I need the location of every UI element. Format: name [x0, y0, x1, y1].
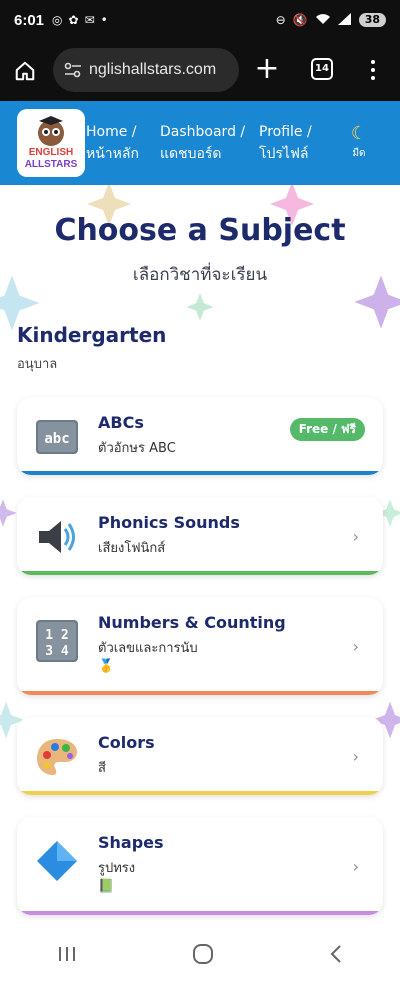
star-decoration-icon	[186, 293, 214, 321]
card-accent-bar	[17, 571, 383, 575]
flower-icon: ✿	[68, 13, 79, 27]
new-tab-button[interactable]: +	[252, 54, 282, 86]
svg-text:abc: abc	[44, 431, 69, 447]
browser-home-button[interactable]	[0, 40, 50, 101]
battery-icon: 38	[358, 13, 386, 27]
star-decoration-icon	[0, 499, 17, 527]
browser-menu-button[interactable]	[362, 54, 384, 86]
chevron-right-icon: ›	[352, 527, 359, 546]
subject-name: Shapes	[98, 833, 164, 852]
subject-card-numbers[interactable]: 1 2 3 4 Numbers & Counting ตัวเลขและการน…	[17, 597, 383, 695]
page-title: Choose a Subject	[54, 213, 346, 248]
subject-thai-name: ตัวอักษร ABC	[98, 441, 176, 456]
back-button[interactable]	[329, 944, 343, 968]
subject-thai-name: เสียงโฟนิกส์	[98, 541, 166, 556]
page-subtitle: เลือกวิชาที่จะเรียน	[132, 265, 268, 285]
speaker-icon	[39, 521, 75, 553]
card-accent-bar	[17, 791, 383, 795]
dark-mode-label: มืด	[352, 148, 366, 159]
subject-name: Numbers & Counting	[98, 613, 286, 632]
nav-link-home[interactable]: Home / หน้าหลัก	[86, 121, 139, 165]
free-badge: Free / ฟรี	[289, 418, 365, 441]
wifi-icon	[315, 13, 331, 28]
nav-link-profile[interactable]: Profile / โปรไฟล์	[259, 121, 312, 165]
recents-icon	[59, 947, 76, 961]
home-icon	[15, 61, 35, 80]
site-logo[interactable]: ENGLISH ALLSTARS	[17, 109, 85, 177]
home-circle-icon	[192, 944, 213, 964]
subject-card-colors[interactable]: Colors สี ›	[17, 717, 383, 795]
main-content: Choose a Subject เลือกวิชาที่จะเรียน Kin…	[0, 185, 400, 930]
moon-icon: ☾	[350, 123, 368, 144]
svg-text:1 2: 1 2	[45, 628, 68, 643]
signal-icon	[337, 12, 352, 28]
android-nav-bar	[0, 930, 400, 982]
site-nav: ENGLISH ALLSTARS Home / หน้าหลัก Dashboa…	[0, 101, 400, 185]
mute-icon: 🔇	[292, 13, 308, 27]
site-settings-icon[interactable]	[63, 62, 83, 78]
status-bar: 6:01 ◎ ✿ ✉ • ⊖ 🔇 38	[0, 0, 400, 40]
dot-icon: •	[100, 13, 108, 27]
subject-name: ABCs	[98, 413, 144, 432]
palette-icon	[37, 739, 77, 775]
subject-name: Colors	[98, 733, 155, 752]
dnd-icon: ⊖	[275, 13, 286, 27]
tab-switcher-button[interactable]: 14	[311, 58, 333, 80]
subject-name: Phonics Sounds	[98, 513, 240, 532]
status-system-icons: ⊖ 🔇 38	[275, 12, 386, 28]
chevron-right-icon: ›	[352, 857, 359, 876]
back-chevron-icon	[330, 945, 341, 963]
svg-text:ALLSTARS: ALLSTARS	[25, 159, 78, 170]
dark-mode-toggle[interactable]: ☾ มืด	[346, 123, 372, 161]
subject-card-phonics[interactable]: Phonics Sounds เสียงโฟนิกส์ ›	[17, 497, 383, 575]
status-time: 6:01	[14, 11, 45, 29]
card-accent-bar	[17, 471, 383, 475]
url-text: nglishallstars.com	[89, 61, 217, 78]
medal-icon: 🥇	[98, 659, 115, 674]
subject-thai-name: ตัวเลขและการนับ	[98, 641, 198, 656]
instagram-icon: ◎	[52, 13, 63, 27]
chevron-right-icon: ›	[352, 747, 359, 766]
subject-thai-name: สี	[98, 761, 106, 776]
section-title: Kindergarten	[17, 323, 167, 347]
browser-toolbar: nglishallstars.com + 14	[0, 40, 400, 101]
numbers-icon: 1 2 3 4	[36, 620, 78, 662]
book-icon: 📗	[98, 879, 115, 894]
card-accent-bar	[17, 691, 383, 695]
section-subtitle: อนุบาล	[17, 357, 58, 372]
status-notification-icons: ◎ ✿ ✉ •	[52, 13, 108, 27]
recent-apps-button[interactable]	[57, 945, 77, 967]
chevron-right-icon: ›	[352, 637, 359, 656]
diamond-icon	[37, 841, 77, 881]
svg-text:3 4: 3 4	[45, 644, 69, 659]
home-nav-button[interactable]	[192, 943, 214, 969]
abc-icon: abc	[36, 420, 78, 454]
subject-thai-name: รูปทรง	[98, 861, 136, 876]
subject-card-abcs[interactable]: abc ABCs ตัวอักษร ABC Free / ฟรี	[17, 397, 383, 475]
svg-text:ENGLISH: ENGLISH	[29, 147, 73, 158]
subject-card-shapes[interactable]: Shapes รูปทรง 📗 ›	[17, 817, 383, 915]
address-bar[interactable]: nglishallstars.com	[53, 48, 239, 92]
card-accent-bar	[17, 911, 383, 915]
gmail-icon: ✉	[84, 13, 95, 27]
nav-link-dashboard[interactable]: Dashboard / แดชบอร์ด	[160, 121, 245, 165]
